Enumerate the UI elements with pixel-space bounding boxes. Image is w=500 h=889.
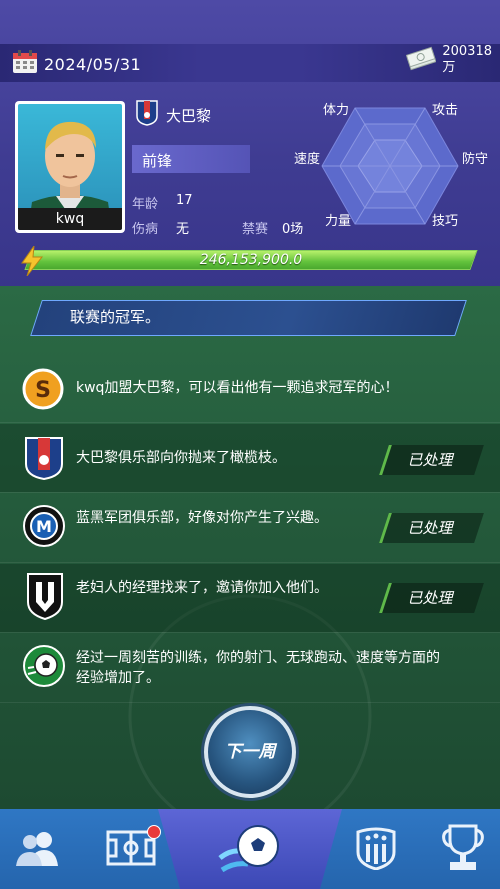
date-display: 2024/05/31 (12, 50, 141, 78)
calendar-icon (12, 50, 38, 78)
lightning-icon (20, 244, 44, 280)
radar-label-attack: 攻击 (432, 103, 459, 118)
processed-badge[interactable]: 已处理 (379, 513, 484, 543)
experience-value: 246,153,900.0 (199, 252, 303, 268)
radar-label-defense: 防守 (462, 152, 489, 167)
processed-badge[interactable]: 已处理 (379, 583, 484, 613)
event-text: kwq加盟大巴黎，可以看出他有一颗追求冠军的心！ (76, 380, 399, 396)
processed-badge-label: 已处理 (407, 451, 453, 469)
radar-label-strength: 力量 (325, 214, 352, 229)
league-banner-text: 联赛的冠军。 (70, 308, 161, 326)
divider (0, 422, 500, 423)
psg-crest-icon (136, 100, 158, 130)
svg-text:S: S (35, 378, 51, 403)
match-ball-icon[interactable] (218, 818, 282, 882)
s-logo-icon: S (22, 368, 64, 414)
radar-label-speed: 速度 (294, 152, 321, 167)
processed-badge-label: 已处理 (407, 589, 453, 607)
event-text: 经过一周刻苦的训练，你的射门、无球跑动、速度等方面的经验增加了。 (76, 650, 440, 686)
money-stack-icon (406, 45, 437, 75)
notification-dot (147, 825, 161, 839)
football-icon (22, 644, 66, 692)
player-portrait[interactable]: kwq (15, 101, 125, 233)
next-week-button[interactable]: 下一周 (204, 706, 296, 798)
club-badge-icon[interactable] (354, 826, 398, 874)
processed-badge-label: 已处理 (407, 519, 453, 537)
player-name: kwq (18, 208, 122, 230)
radar-label-stamina: 体力 (323, 103, 350, 118)
psg-crest-icon (24, 436, 64, 484)
current-date: 2024/05/31 (44, 54, 142, 74)
juve-crest-icon (26, 572, 64, 624)
ban-label: 禁赛 (242, 222, 269, 237)
injury-label: 伤病 (132, 222, 159, 237)
players-icon[interactable] (14, 828, 62, 872)
money-unit: 万 (442, 60, 456, 75)
processed-badge[interactable]: 已处理 (379, 445, 484, 475)
age-label: 年龄 (132, 197, 159, 212)
ban-value: 0场 (282, 222, 304, 237)
svg-text:M: M (36, 517, 52, 536)
money-display: 200318 万 (406, 44, 492, 76)
club-name: 大巴黎 (166, 106, 212, 125)
club-row: 大巴黎 (136, 100, 211, 130)
event-text: 大巴黎俱乐部向你抛来了橄榄枝。 (76, 450, 286, 466)
event-text: 蓝黑军团俱乐部，好像对你产生了兴趣。 (76, 510, 328, 526)
injury-value: 无 (176, 222, 190, 237)
divider (0, 562, 500, 563)
next-week-label: 下一周 (224, 742, 276, 762)
money-amount: 200318 (442, 44, 492, 59)
divider (0, 632, 500, 633)
trophy-icon[interactable] (440, 822, 486, 876)
divider (0, 492, 500, 493)
event-text: 老妇人的经理找来了，邀请你加入他们。 (76, 580, 328, 596)
age-value: 17 (176, 193, 193, 208)
radar-label-technique: 技巧 (432, 214, 459, 229)
inter-crest-icon: M (22, 504, 66, 552)
divider (0, 702, 500, 703)
player-position: 前锋 (142, 152, 173, 170)
